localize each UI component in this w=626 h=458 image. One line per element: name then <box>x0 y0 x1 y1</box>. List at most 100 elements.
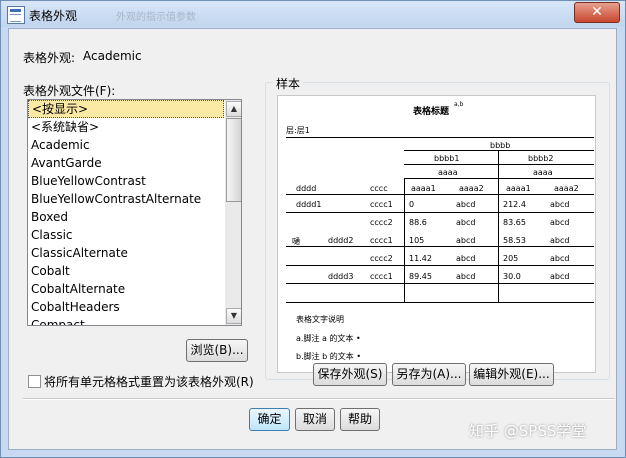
sample-cell: abcd <box>456 254 476 263</box>
dialog-body: 表格外观: Academic 表格外观文件(F): <按显示> <系统缺省> A… <box>8 28 617 450</box>
sample-col-cat: aaaa2 <box>459 184 484 193</box>
list-item[interactable]: Classic <box>28 226 224 244</box>
sample-row-d2: dddd2 <box>328 236 354 245</box>
sample-footnote: a.脚注 a 的文本 • <box>296 334 361 343</box>
sample-row-dim: dddd <box>296 184 317 193</box>
footer-divider <box>23 398 615 400</box>
sample-cell: 0 <box>409 200 415 209</box>
reset-checkbox-label: 将所有单元格格式重置为该表格外观(R) <box>44 375 254 389</box>
sample-col-b1: bbbb1 <box>434 154 460 163</box>
sample-caption: 表格文字说明 <box>296 315 344 324</box>
save-look-button[interactable]: 保存外观(S) <box>313 363 387 386</box>
sample-cell: abcd <box>550 272 570 281</box>
sample-cell: abcd <box>456 200 476 209</box>
title-bar: 表格外观 外观的指示值参数 ✕ <box>1 1 625 27</box>
list-item[interactable]: ClassicAlternate <box>28 244 224 262</box>
scroll-thumb[interactable] <box>226 118 241 202</box>
table-app-icon <box>7 6 25 24</box>
background-ghost-text: 外观的指示值参数 <box>116 12 196 23</box>
sample-col-top: bbbb <box>490 141 511 150</box>
sample-footnote: b.脚注 b 的文本 • <box>296 352 362 361</box>
sample-cell: abcd <box>550 236 570 245</box>
ok-button[interactable]: 确定 <box>249 408 290 431</box>
sample-col-a: aaaa <box>438 168 458 177</box>
sample-col-divider <box>404 178 405 302</box>
help-button[interactable]: 帮助 <box>340 408 380 431</box>
list-item[interactable]: <按显示> <box>28 100 224 118</box>
sample-col-cat: aaaa1 <box>411 184 436 193</box>
dialog-window: 表格外观 外观的指示值参数 ✕ 表格外观: Academic 表格外观文件(F)… <box>0 0 626 458</box>
sample-rule <box>286 283 594 284</box>
look-value: Academic <box>83 49 142 63</box>
scroll-down-arrow-icon[interactable]: ▼ <box>226 308 241 324</box>
sample-rule <box>404 150 594 151</box>
sample-cell: abcd <box>550 254 570 263</box>
list-item[interactable]: Compact <box>28 316 224 325</box>
list-item[interactable]: Cobalt <box>28 262 224 280</box>
look-files-label: 表格外观文件(F): <box>23 84 116 98</box>
sample-row-c-label: cccc2 <box>370 218 393 227</box>
sample-cell: abcd <box>456 272 476 281</box>
list-item[interactable]: <系统缺省> <box>28 118 224 136</box>
look-label: 表格外观: <box>23 51 76 65</box>
list-item[interactable]: AvantGarde <box>28 154 224 172</box>
sample-col-a: aaaa <box>533 168 553 177</box>
look-files-listbox[interactable]: <按显示> <系统缺省> Academic AvantGarde BlueYel… <box>27 99 242 326</box>
save-as-button[interactable]: 另存为(A)... <box>392 363 466 386</box>
sample-col-b2: bbbb2 <box>528 154 554 163</box>
sample-row-c: cccc <box>370 184 388 193</box>
sample-cell: abcd <box>550 218 570 227</box>
sample-title-superscript: a,b <box>454 101 464 108</box>
sample-cell: 205 <box>503 254 519 263</box>
sample-preview: 表格标题 a,b 层:层1 bbbb bbbb1 bbbb2 aaaa aaaa… <box>277 95 596 373</box>
close-button[interactable]: ✕ <box>574 2 620 23</box>
scroll-up-arrow-icon[interactable]: ▲ <box>226 101 241 117</box>
sample-row-d2: dddd3 <box>328 272 354 281</box>
sample-cell: 89.45 <box>409 272 432 281</box>
sample-row-c-label: cccc2 <box>370 254 393 263</box>
list-item[interactable]: Academic <box>28 136 224 154</box>
sample-cell: abcd <box>456 218 476 227</box>
sample-layer: 层:层1 <box>286 126 310 135</box>
list-item[interactable]: BlueYellowContrastAlternate <box>28 190 224 208</box>
list-item[interactable]: CobaltHeaders <box>28 298 224 316</box>
sample-rule <box>404 178 594 179</box>
sample-title: 表格标题 <box>413 107 450 117</box>
sample-rule <box>286 265 594 266</box>
list-item[interactable]: CobaltAlternate <box>28 280 224 298</box>
sample-col-divider <box>498 150 499 302</box>
sample-row-c-label: cccc1 <box>370 272 393 281</box>
sample-rule <box>286 246 594 247</box>
watermark: 知乎 @SPSS学堂 <box>469 422 587 440</box>
sample-row-c-label: cccc1 <box>370 200 393 209</box>
sample-table-bottom-rule <box>286 302 594 303</box>
sample-table-top-rule <box>286 137 594 138</box>
reset-checkbox[interactable] <box>28 375 41 388</box>
sample-cell: 58.53 <box>503 236 526 245</box>
sample-cell: 83.65 <box>503 218 526 227</box>
vertical-scrollbar[interactable]: ▲ ▼ <box>225 100 241 325</box>
list-item[interactable]: BlueYellowContrast <box>28 172 224 190</box>
window-title: 表格外观 <box>29 9 78 23</box>
sample-cell: abcd <box>456 236 476 245</box>
list-item[interactable]: Boxed <box>28 208 224 226</box>
sample-cell: abcd <box>550 200 570 209</box>
sample-header-bottom-rule <box>286 194 594 195</box>
cancel-button[interactable]: 取消 <box>295 408 335 431</box>
sample-row-d: dddd1 <box>296 200 322 209</box>
sample-cell: 88.6 <box>409 218 427 227</box>
sample-col-cat: aaaa1 <box>506 184 531 193</box>
sample-rule <box>286 212 594 213</box>
sample-col-cat: aaaa2 <box>554 184 579 193</box>
sample-row-c-label: cccc1 <box>370 236 393 245</box>
look-files-list: <按显示> <系统缺省> Academic AvantGarde BlueYel… <box>28 100 224 325</box>
edit-look-button[interactable]: 编辑外观(E)... <box>469 363 554 386</box>
sample-cell: 30.0 <box>503 272 521 281</box>
sample-cell: 11.42 <box>409 254 432 263</box>
sample-cell: 212.4 <box>503 200 526 209</box>
sample-cell: 105 <box>409 236 425 245</box>
sample-rule <box>404 164 594 165</box>
browse-button[interactable]: 浏览(B)... <box>186 339 248 362</box>
sample-row-label-e: 嗵 <box>292 237 300 246</box>
sample-group-label: 样本 <box>273 75 304 92</box>
